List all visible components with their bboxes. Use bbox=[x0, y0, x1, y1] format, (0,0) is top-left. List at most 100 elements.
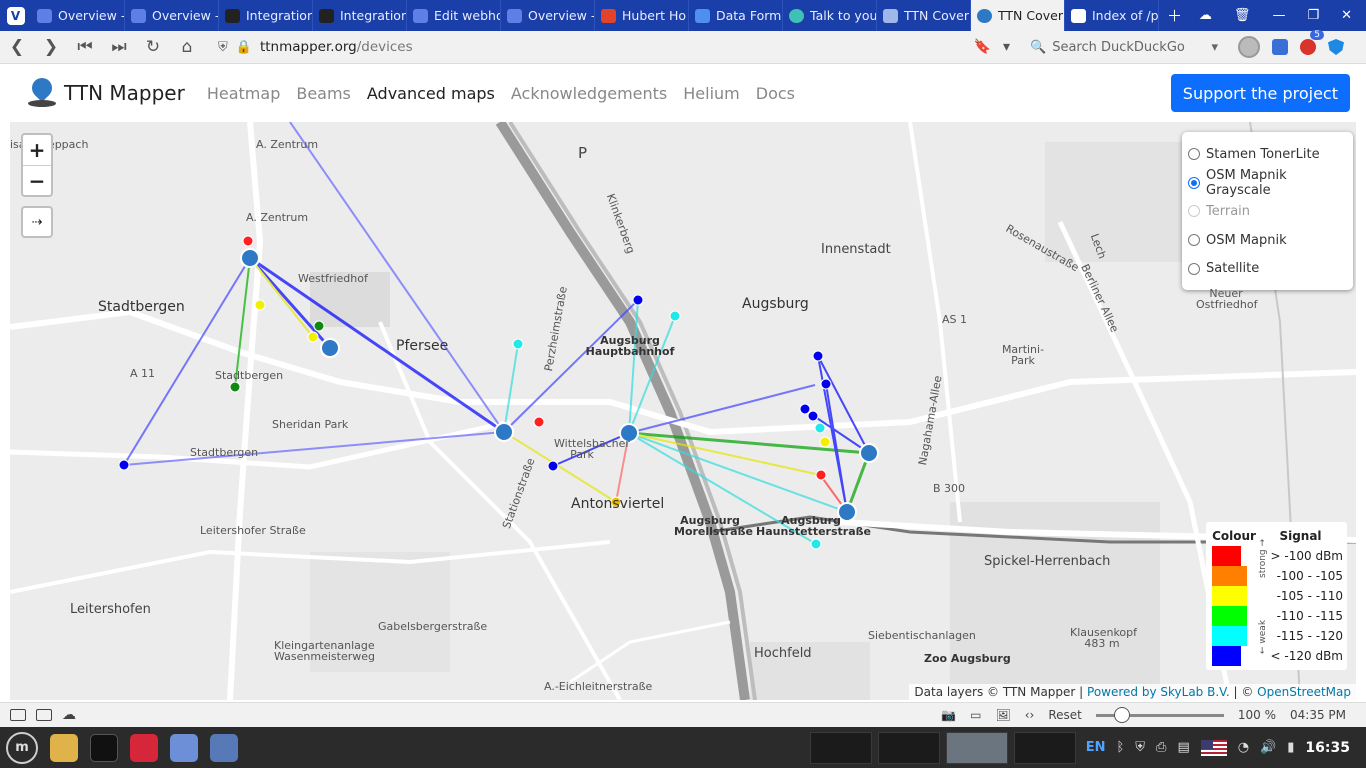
taskbar-window[interactable] bbox=[809, 731, 872, 764]
favicon-icon bbox=[319, 8, 334, 23]
maximize-icon[interactable]: ❐ bbox=[1307, 8, 1319, 23]
browser-tab-active[interactable]: TTN Cover bbox=[971, 0, 1065, 31]
vivaldi-icon[interactable] bbox=[130, 733, 158, 762]
chevron-down-icon[interactable]: ▾ bbox=[1211, 40, 1218, 55]
url-field[interactable]: ⛨ 🔒 ttnmapper.org/devices 🔖 ▾ bbox=[210, 35, 1018, 60]
nav-docs[interactable]: Docs bbox=[756, 84, 795, 103]
cloud-sync-icon[interactable]: ☁ bbox=[1199, 8, 1212, 23]
map-canvas[interactable]: isaß-Steppach A. Zentrum A. Zentrum West… bbox=[10, 122, 1356, 700]
image-icon[interactable]: 🖼 bbox=[996, 708, 1011, 722]
layer-option-stamen-tonerlite[interactable]: Stamen TonerLite bbox=[1188, 140, 1347, 169]
layer-option-satellite[interactable]: Satellite bbox=[1188, 254, 1347, 283]
layer-option-osm-mapnik[interactable]: OSM Mapnik bbox=[1188, 226, 1347, 255]
taskbar-clock[interactable]: 16:35 bbox=[1305, 740, 1350, 756]
browser-tab[interactable]: Overview - bbox=[125, 0, 219, 31]
panel-toggle-icon[interactable] bbox=[10, 709, 26, 721]
reload-icon[interactable]: ↻ bbox=[136, 37, 170, 57]
openstreetmap-link[interactable]: OpenStreetMap bbox=[1257, 685, 1351, 699]
browser-tab[interactable]: Index of /p bbox=[1065, 0, 1159, 31]
browser-tab[interactable]: Overview - bbox=[501, 0, 595, 31]
camera-icon[interactable]: 📷 bbox=[941, 708, 956, 722]
radio-button[interactable] bbox=[1188, 234, 1200, 247]
zoom-in-button[interactable]: + bbox=[23, 135, 51, 165]
search-placeholder: Search DuckDuckGo bbox=[1052, 39, 1185, 55]
zoom-slider[interactable] bbox=[1095, 706, 1224, 723]
bluetooth-icon[interactable]: ᛒ bbox=[1116, 740, 1124, 755]
nav-helium[interactable]: Helium bbox=[683, 84, 740, 103]
back-icon[interactable]: ❮ bbox=[0, 37, 34, 57]
zoom-reset-button[interactable]: Reset bbox=[1048, 708, 1082, 722]
browser-tab[interactable]: Overview - bbox=[31, 0, 125, 31]
nav-advanced-maps[interactable]: Advanced maps bbox=[367, 84, 495, 103]
legend-swatch bbox=[1212, 606, 1247, 626]
nav-beams[interactable]: Beams bbox=[296, 84, 351, 103]
printer-icon[interactable]: ⎙ bbox=[1156, 740, 1166, 755]
window-icon[interactable]: ▭ bbox=[970, 708, 981, 722]
notes-icon[interactable]: ▤ bbox=[1177, 740, 1189, 755]
browser-tab[interactable]: Data Form bbox=[689, 0, 783, 31]
wifi-icon[interactable]: ◔ bbox=[1238, 740, 1249, 755]
browser-tab[interactable]: Talk to you bbox=[783, 0, 877, 31]
favicon-icon bbox=[507, 8, 522, 23]
zoom-slider-handle[interactable] bbox=[1113, 706, 1130, 723]
mint-menu-icon[interactable]: m bbox=[6, 731, 38, 764]
screenshot-icon[interactable] bbox=[210, 733, 238, 762]
map-place-label: Leitershofer Straße bbox=[200, 524, 306, 537]
radio-button[interactable] bbox=[1188, 262, 1200, 275]
radio-button[interactable] bbox=[1188, 148, 1200, 161]
mail-icon[interactable] bbox=[170, 733, 198, 762]
keyboard-layout[interactable]: EN bbox=[1086, 740, 1106, 755]
terminal-icon[interactable] bbox=[90, 733, 118, 762]
radio-button-disabled bbox=[1188, 205, 1200, 218]
files-icon[interactable] bbox=[50, 733, 78, 762]
battery-icon[interactable]: ▮ bbox=[1287, 740, 1294, 755]
code-icon[interactable]: ‹› bbox=[1025, 708, 1035, 722]
us-flag-icon[interactable] bbox=[1200, 739, 1227, 756]
radio-button-selected[interactable] bbox=[1188, 176, 1200, 189]
map-place-label: A.-Eichleitnerstraße bbox=[544, 680, 653, 693]
fast-forward-icon[interactable]: ⏭ bbox=[102, 37, 136, 57]
taskbar-window[interactable] bbox=[877, 731, 940, 764]
zoom-out-button[interactable]: − bbox=[23, 165, 51, 195]
nav-acknowledgements[interactable]: Acknowledgements bbox=[511, 84, 667, 103]
nav-heatmap[interactable]: Heatmap bbox=[207, 84, 281, 103]
brand[interactable]: TTN Mapper bbox=[27, 73, 207, 108]
vivaldi-logo-icon: V bbox=[6, 6, 25, 25]
bookmark-icon[interactable]: 🔖 bbox=[974, 39, 991, 55]
layer-option-osm-mapnik-grayscale[interactable]: OSM Mapnik Grayscale bbox=[1188, 168, 1347, 198]
browser-tab[interactable]: TTN Cover bbox=[877, 0, 971, 31]
cloud-icon[interactable]: ☁ bbox=[62, 707, 76, 723]
support-project-button[interactable]: Support the project bbox=[1170, 74, 1350, 112]
home-icon[interactable]: ⌂ bbox=[170, 37, 204, 57]
shield-icon[interactable]: ⛨ bbox=[1135, 740, 1145, 755]
ublock-extension-icon[interactable]: 5 bbox=[1300, 30, 1324, 55]
vivaldi-menu-button[interactable]: V bbox=[0, 0, 31, 31]
signal-legend: Colour Signal strong → ← weak > -100 dBm… bbox=[1206, 522, 1347, 670]
profile-avatar[interactable] bbox=[1238, 36, 1260, 58]
taskbar-window-active[interactable] bbox=[945, 731, 1008, 764]
browser-status-bar: ☁ 📷 ▭ 🖼 ‹› Reset 100 % 04:35 PM bbox=[0, 702, 1366, 727]
shield-icon[interactable]: ⛨ bbox=[218, 40, 228, 55]
browser-tab[interactable]: Integration bbox=[219, 0, 313, 31]
fullscreen-button[interactable]: ⇢ bbox=[21, 206, 53, 238]
shield-extension-icon[interactable] bbox=[1328, 39, 1344, 55]
minimize-icon[interactable]: — bbox=[1272, 8, 1285, 23]
tiling-icon[interactable] bbox=[36, 709, 52, 721]
trash-icon[interactable]: 🗑 bbox=[1234, 8, 1251, 23]
map-place-label: Wittelsbacher Park bbox=[554, 437, 630, 461]
forward-icon[interactable]: ❯ bbox=[34, 37, 68, 57]
browser-tab[interactable]: Hubert Ho bbox=[595, 0, 689, 31]
chevron-down-icon[interactable]: ▾ bbox=[1003, 39, 1010, 55]
search-input[interactable]: 🔍 Search DuckDuckGo ▾ bbox=[1024, 35, 1224, 60]
volume-icon[interactable]: 🔊 bbox=[1260, 740, 1276, 755]
taskbar-window[interactable] bbox=[1013, 731, 1076, 764]
skylab-link[interactable]: Powered by SkyLab B.V. bbox=[1087, 685, 1230, 699]
map-place-label: A. Zentrum bbox=[256, 138, 319, 151]
rewind-icon[interactable]: ⏮ bbox=[68, 37, 102, 57]
browser-tab[interactable]: Integration bbox=[313, 0, 407, 31]
legend-row: > -100 dBm bbox=[1210, 546, 1343, 566]
new-tab-icon[interactable]: ＋ bbox=[1167, 5, 1182, 26]
close-icon[interactable]: ✕ bbox=[1341, 8, 1352, 23]
extension-icon[interactable] bbox=[1272, 39, 1288, 55]
browser-tab[interactable]: Edit webho bbox=[407, 0, 501, 31]
